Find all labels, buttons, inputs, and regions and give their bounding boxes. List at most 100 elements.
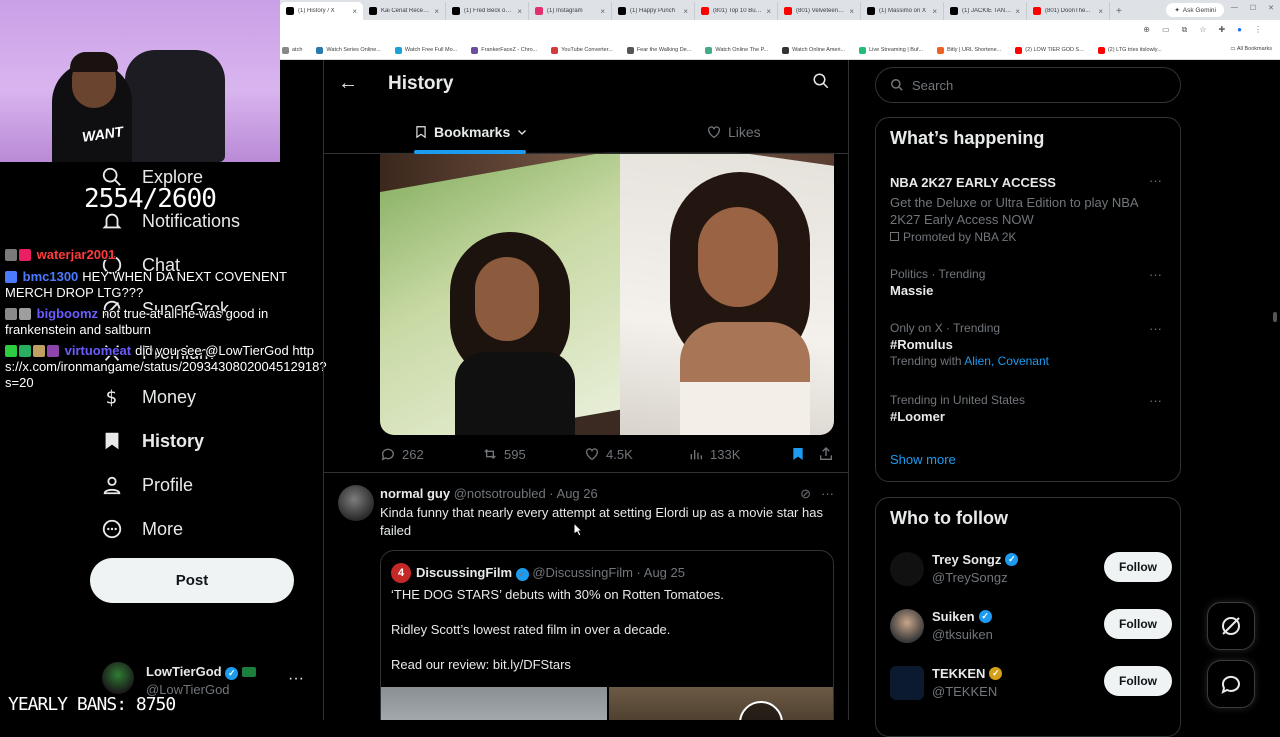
bookmark-item[interactable]: Watch Online The P... <box>705 46 768 54</box>
follow-button[interactable]: Follow <box>1104 609 1172 639</box>
tweet-author[interactable]: normal guy @notsotroubled · Aug 26 <box>380 486 598 501</box>
avatar[interactable] <box>338 485 374 521</box>
bookmark-item[interactable]: YouTube Converter... <box>551 46 613 54</box>
star-icon[interactable]: ☆ <box>1199 25 1206 35</box>
trend-item[interactable]: Politics · Trending Massie ··· <box>890 267 1170 298</box>
close-tab-icon[interactable]: × <box>352 7 357 16</box>
quote-image[interactable] <box>381 687 607 720</box>
scrollbar[interactable] <box>1273 312 1277 322</box>
follow-suggestion[interactable]: Suiken ✓ @tksuiken Follow <box>890 607 1172 651</box>
browser-tab[interactable]: (1) Massimo on X × <box>861 2 944 20</box>
trend-title: #Romulus <box>890 337 953 352</box>
photo-body <box>455 352 575 435</box>
ask-gemini-label: Ask Gemini <box>1182 6 1216 14</box>
extensions-icon[interactable]: ⧉ <box>1182 25 1188 35</box>
retweet-button[interactable]: 595 <box>482 446 526 462</box>
close-tab-icon[interactable]: × <box>932 7 937 16</box>
browser-tab[interactable]: (1) JACKIE TAN on × <box>944 2 1027 20</box>
close-tab-icon[interactable]: × <box>1098 7 1103 16</box>
grok-button[interactable] <box>1207 602 1255 650</box>
more-dots-icon[interactable]: ··· <box>288 670 304 688</box>
bookmark-item[interactable]: Live Streaming | Buf... <box>859 46 923 54</box>
bookmark-item[interactable]: Watch Online Ameri... <box>782 46 845 54</box>
tab-likes-label: Likes <box>728 124 761 140</box>
search-input[interactable]: Search <box>875 67 1181 103</box>
browser-tab[interactable]: Kai Cenat Receiv... × <box>363 2 446 20</box>
bookmark-item[interactable]: Fear the Walking De... <box>626 46 691 54</box>
reply-button[interactable]: 262 <box>380 446 424 462</box>
browser-tab[interactable]: (801) DoonThe... × <box>1027 2 1110 20</box>
messages-button[interactable] <box>1207 660 1255 708</box>
like-button[interactable]: 4.5K <box>584 446 633 462</box>
browser-tab[interactable]: (1) Fred Beck on X × <box>446 2 529 20</box>
browser-tab[interactable]: (1) History / X × <box>280 2 363 20</box>
bookmark-item[interactable]: Watch Series Online... <box>316 46 381 54</box>
browser-tab[interactable]: (1) Instagram × <box>529 2 612 20</box>
like-count: 4.5K <box>606 446 633 462</box>
show-more-link[interactable]: Show more <box>890 452 956 467</box>
maximize-icon[interactable]: ☐ <box>1250 4 1256 12</box>
bookmark-item[interactable]: FrankerFaceZ - Chro... <box>471 46 537 54</box>
trend-item[interactable]: Only on X · Trending #Romulus Trending w… <box>890 321 1170 368</box>
more-dots-icon[interactable]: ··· <box>1149 393 1162 408</box>
close-tab-icon[interactable]: × <box>849 7 854 16</box>
browser-tab[interactable]: (801) Top 10 Bull... × <box>695 2 778 20</box>
browser-tab[interactable]: (801) Velveteen S... × <box>778 2 861 20</box>
trend-title: Massie <box>890 283 934 298</box>
trend-links[interactable]: Alien, Covenant <box>964 354 1049 368</box>
profile-icon[interactable]: ● <box>1237 25 1242 35</box>
ask-gemini-button[interactable]: ✦ Ask Gemini <box>1166 3 1224 17</box>
close-tab-icon[interactable]: × <box>517 7 522 16</box>
more-dots-icon[interactable]: ··· <box>1149 321 1162 336</box>
trend-item[interactable]: Trending in United States #Loomer ··· <box>890 393 1170 424</box>
zoom-icon[interactable]: ⊕ <box>1143 25 1150 35</box>
bookmark-item[interactable]: Bitly | URL Shortene... <box>937 46 1001 54</box>
bookmark-item[interactable]: (2) LTG tries itslowly... <box>1097 46 1162 54</box>
quote-video[interactable] <box>609 687 833 720</box>
menu-icon[interactable]: ⋮ <box>1254 25 1262 35</box>
follow-button[interactable]: Follow <box>1104 552 1172 582</box>
trend-item[interactable]: NBA 2K27 EARLY ACCESS Get the Deluxe or … <box>890 173 1170 244</box>
more-dots-icon[interactable]: ··· <box>1149 173 1162 188</box>
bookmark-item[interactable]: (2) LOW TIER GOD S... <box>1015 46 1084 54</box>
address-bar[interactable] <box>280 20 1280 41</box>
close-tab-icon[interactable]: × <box>434 7 439 16</box>
back-arrow-icon[interactable]: ← <box>338 72 358 95</box>
follow-handle: @tksuiken <box>932 627 993 642</box>
tweet-image[interactable] <box>380 152 834 435</box>
share-button[interactable] <box>818 446 834 462</box>
main-timeline: 262 595 4.5K 133K normal guy @notsotroub… <box>323 60 849 720</box>
chat-message: bmc1300 HEY WHEN DA NEXT COVENENT MERCH D… <box>5 269 330 301</box>
follow-suggestion[interactable]: TEKKEN ✓ @TEKKEN Follow <box>890 664 1172 708</box>
close-window-icon[interactable]: ✕ <box>1268 4 1274 12</box>
bookmark-icon <box>416 126 426 139</box>
close-tab-icon[interactable]: × <box>766 7 771 16</box>
follow-button[interactable]: Follow <box>1104 666 1172 696</box>
more-dots-icon[interactable]: ··· <box>1149 267 1162 282</box>
bookmark-item[interactable]: Watch Free Full Mo... <box>394 46 457 54</box>
promoted-label: Promoted by NBA 2K <box>890 230 1170 244</box>
bookmark-button[interactable] <box>790 446 806 462</box>
nav-history[interactable]: History <box>100 426 204 456</box>
follow-suggestion[interactable]: Trey Songz ✓ @TreySongz Follow <box>890 550 1172 594</box>
tab-bookmarks[interactable]: Bookmarks <box>414 120 528 144</box>
new-tab-button[interactable]: + <box>1110 2 1128 20</box>
grok-icon[interactable]: ⊘ <box>800 486 811 502</box>
tab-likes[interactable]: Likes <box>706 120 761 144</box>
close-tab-icon[interactable]: × <box>1015 7 1020 16</box>
browser-tab[interactable]: (1) Happy Punch × <box>612 2 695 20</box>
views-button[interactable]: 133K <box>688 446 740 462</box>
bookmark-item[interactable]: atch <box>282 46 302 54</box>
search-icon[interactable] <box>812 72 830 95</box>
nav-more[interactable]: More <box>100 514 183 544</box>
cast-icon[interactable]: ▭ <box>1162 25 1170 35</box>
close-tab-icon[interactable]: × <box>683 7 688 16</box>
quote-tweet[interactable]: 4 DiscussingFilm ✓ @DiscussingFilm · Aug… <box>380 550 834 720</box>
minimize-icon[interactable]: — <box>1231 4 1238 12</box>
close-tab-icon[interactable]: × <box>600 7 605 16</box>
post-button[interactable]: Post <box>90 558 294 603</box>
nav-profile[interactable]: Profile <box>100 470 193 500</box>
puzzle-icon[interactable]: ✚ <box>1218 25 1225 35</box>
all-bookmarks[interactable]: ▭ All Bookmarks <box>1230 46 1272 52</box>
more-dots-icon[interactable]: ··· <box>821 486 834 502</box>
